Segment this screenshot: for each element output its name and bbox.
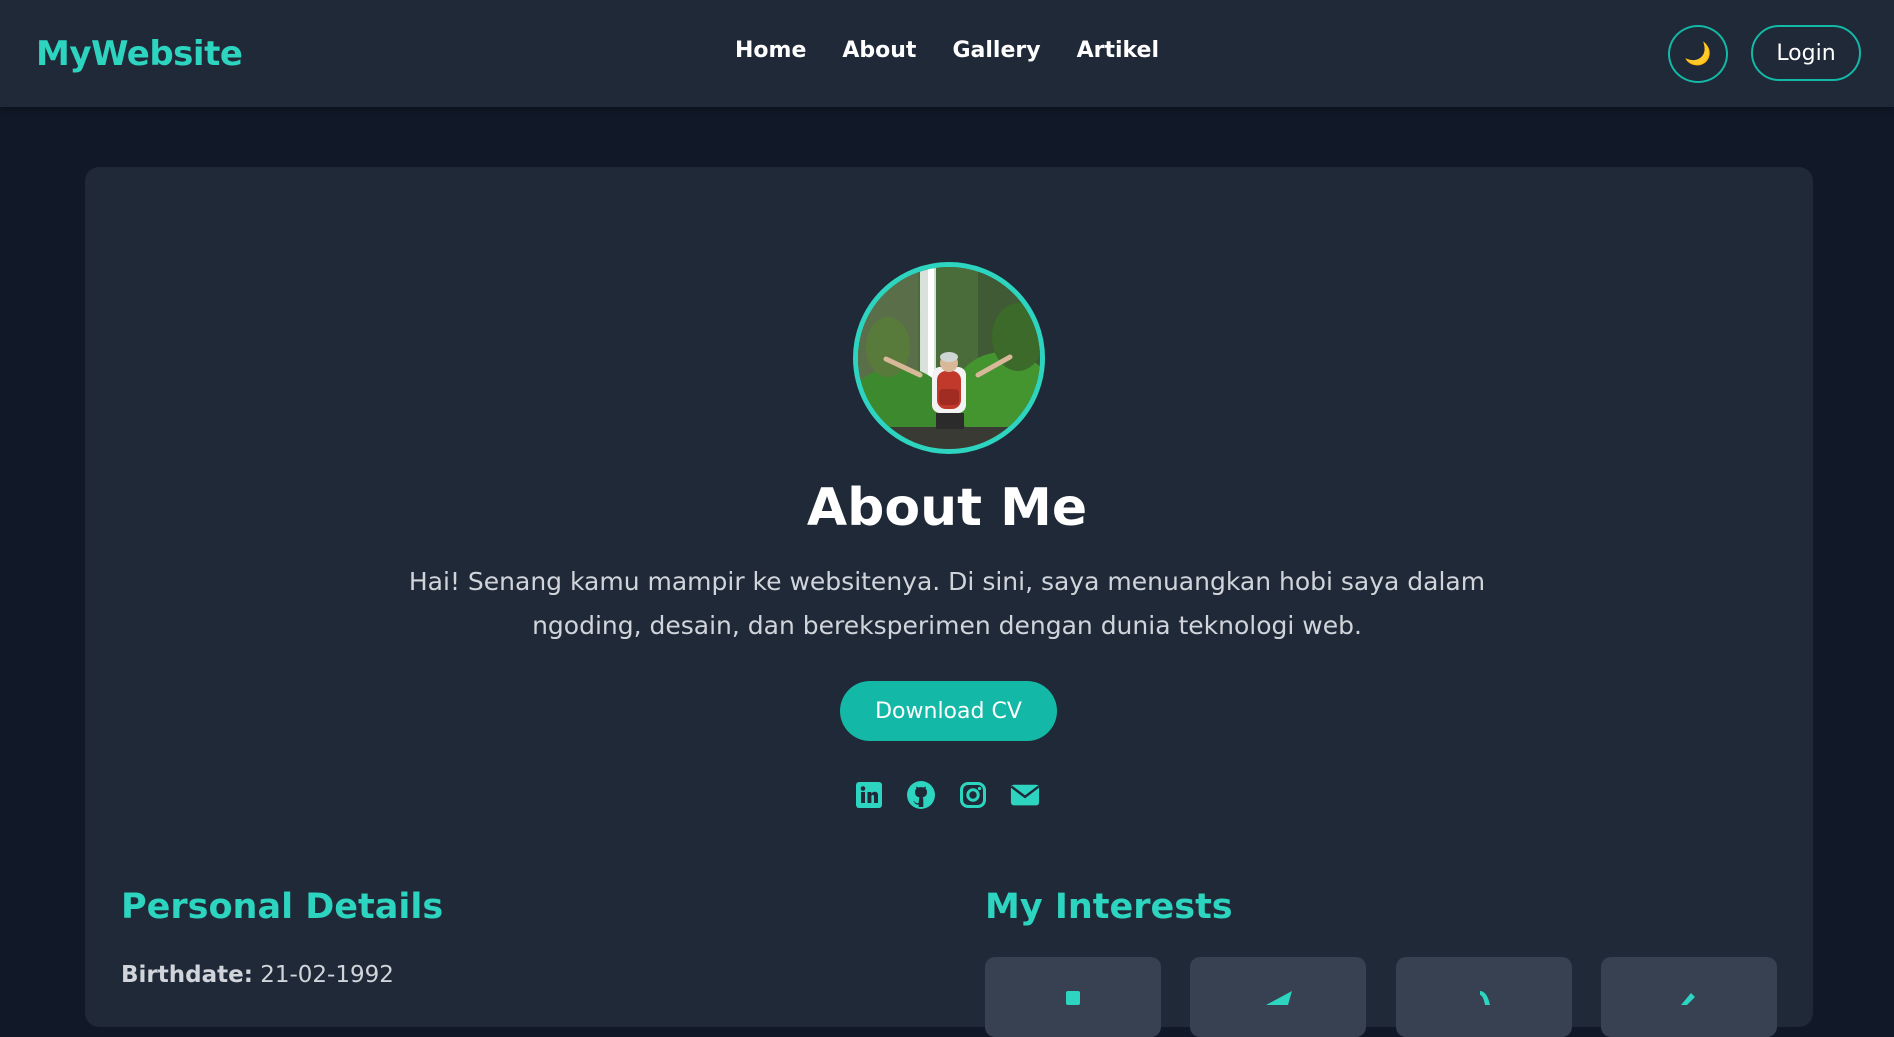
- about-title: About Me: [806, 478, 1088, 538]
- profile-avatar: [853, 262, 1045, 454]
- nav-link-artikel[interactable]: Artikel: [1077, 38, 1159, 63]
- theme-toggle-button[interactable]: 🌙: [1668, 25, 1728, 83]
- instagram-icon[interactable]: [958, 780, 988, 810]
- birthdate-label: Birthdate:: [121, 962, 253, 988]
- about-description: Hai! Senang kamu mampir ke websitenya. D…: [408, 567, 1486, 640]
- interest-tile-brush[interactable]: [1601, 957, 1777, 1037]
- interest-tile-plane[interactable]: [1190, 957, 1366, 1037]
- profile-photo: [858, 267, 1040, 449]
- brush-icon: [1681, 993, 1695, 1005]
- envelope-icon[interactable]: [1010, 780, 1040, 810]
- github-icon[interactable]: [906, 780, 936, 810]
- my-interests-title: My Interests: [985, 887, 1233, 927]
- music-icon: [1480, 991, 1490, 1005]
- linkedin-icon[interactable]: [854, 780, 884, 810]
- login-button[interactable]: Login: [1751, 25, 1861, 81]
- birthdate-row: Birthdate: 21-02-1992: [121, 962, 394, 988]
- personal-details-title: Personal Details: [121, 887, 444, 927]
- navbar: MyWebsite Home About Gallery Artikel 🌙 L…: [0, 0, 1894, 107]
- nav-link-about[interactable]: About: [842, 38, 916, 63]
- nav-link-home[interactable]: Home: [735, 38, 806, 63]
- social-links: [0, 780, 1894, 810]
- code-icon: [1066, 991, 1080, 1005]
- birthdate-value: 21-02-1992: [260, 962, 394, 988]
- nav-links: Home About Gallery Artikel: [0, 38, 1894, 63]
- interest-tile-music[interactable]: [1396, 957, 1572, 1037]
- interest-tile-code[interactable]: [985, 957, 1161, 1037]
- paper-plane-icon: [1266, 991, 1292, 1005]
- nav-link-gallery[interactable]: Gallery: [952, 38, 1040, 63]
- download-cv-button[interactable]: Download CV: [840, 681, 1057, 741]
- moon-icon: 🌙: [1684, 41, 1712, 66]
